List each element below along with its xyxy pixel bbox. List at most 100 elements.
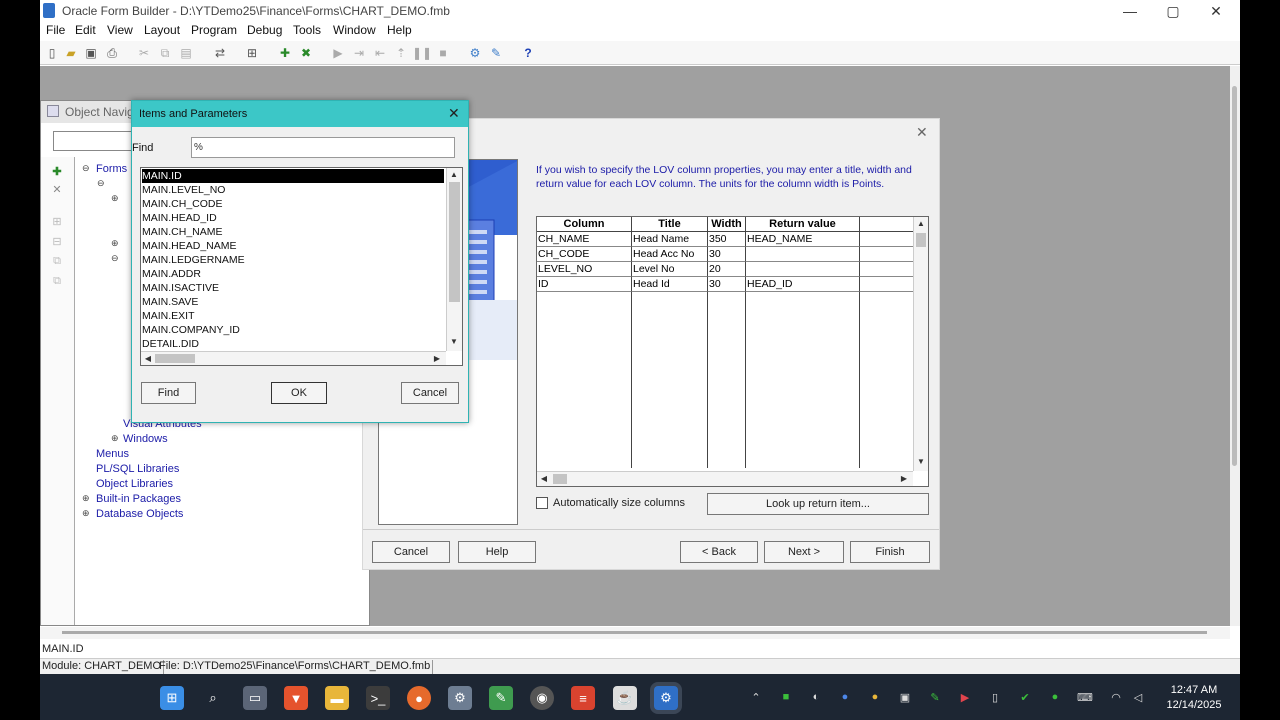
open-icon[interactable]: ▰ bbox=[63, 45, 79, 61]
maximize-button[interactable]: ▢ bbox=[1153, 1, 1193, 21]
debug-form-icon[interactable]: ✎ bbox=[488, 45, 504, 61]
copy-icon[interactable]: ⧉ bbox=[157, 45, 173, 61]
new-icon[interactable]: ▯ bbox=[44, 45, 60, 61]
table-cell-title[interactable]: Head Acc No bbox=[632, 247, 708, 262]
search-icon[interactable]: ⌕ bbox=[201, 686, 225, 710]
node-expander-icon[interactable]: ⊕ bbox=[111, 238, 119, 249]
create-icon[interactable]: ✚ bbox=[277, 45, 293, 61]
table-cell-return-value[interactable]: HEAD_ID bbox=[746, 277, 860, 292]
step-out-icon[interactable]: ⇡ bbox=[393, 45, 409, 61]
menu-window[interactable]: Window bbox=[333, 23, 376, 37]
microphone-icon[interactable]: ● bbox=[1047, 689, 1063, 705]
items-list[interactable]: MAIN.ID MAIN.LEVEL_NO MAIN.CH_CODE MAIN.… bbox=[140, 167, 463, 366]
print-icon[interactable]: ⎙ bbox=[104, 45, 120, 61]
clock-date[interactable]: 12/14/2025 bbox=[1160, 699, 1228, 711]
list-item[interactable]: MAIN.COMPANY_ID bbox=[142, 323, 444, 337]
form-builder-icon[interactable]: ⚙ bbox=[654, 686, 678, 710]
table-cell-column[interactable]: CH_NAME bbox=[537, 232, 632, 247]
scroll-thumb[interactable] bbox=[155, 354, 195, 363]
run-form-icon[interactable]: ⚙ bbox=[467, 45, 483, 61]
scroll-thumb[interactable] bbox=[1232, 86, 1237, 466]
show-hidden-icons-icon[interactable]: ⌃ bbox=[748, 689, 764, 705]
list-item[interactable]: MAIN.LEDGERNAME bbox=[142, 253, 444, 267]
list-item[interactable]: MAIN.LEVEL_NO bbox=[142, 183, 444, 197]
tray-app-icon[interactable]: ■ bbox=[778, 689, 794, 705]
menu-program[interactable]: Program bbox=[191, 23, 237, 37]
collapse-all-icon[interactable]: ⧉ bbox=[50, 275, 64, 289]
close-button[interactable]: ✕ bbox=[1196, 1, 1236, 21]
scroll-thumb[interactable] bbox=[553, 474, 567, 484]
todoist-icon[interactable]: ≡ bbox=[571, 686, 595, 710]
start-icon[interactable]: ⊞ bbox=[160, 686, 184, 710]
collapse-node-icon[interactable]: ⊟ bbox=[50, 235, 64, 249]
table-cell-title[interactable]: Head Name bbox=[632, 232, 708, 247]
tray-record-icon[interactable]: ▶ bbox=[957, 689, 973, 705]
menu-file[interactable]: File bbox=[46, 23, 65, 37]
menu-tools[interactable]: Tools bbox=[293, 23, 321, 37]
terminal-icon[interactable]: >_ bbox=[366, 686, 390, 710]
table-cell-width[interactable]: 30 bbox=[708, 247, 746, 262]
table-vertical-scrollbar[interactable]: ▲ ▼ bbox=[913, 217, 928, 471]
expand-node-icon[interactable]: ⊞ bbox=[50, 215, 64, 229]
wifi-icon[interactable]: ◠ bbox=[1108, 689, 1124, 705]
tray-app-icon[interactable]: ● bbox=[867, 689, 883, 705]
list-item[interactable]: MAIN.ADDR bbox=[142, 267, 444, 281]
wizard-next-button[interactable]: Next > bbox=[764, 541, 844, 563]
column-header-column[interactable]: Column bbox=[537, 217, 632, 232]
table-cell-return-value[interactable]: HEAD_NAME bbox=[746, 232, 860, 247]
scroll-down-icon[interactable]: ▼ bbox=[914, 455, 928, 469]
delete-icon[interactable]: ✖ bbox=[298, 45, 314, 61]
save-icon[interactable]: ▣ bbox=[83, 45, 99, 61]
navigator-find-field[interactable] bbox=[53, 131, 133, 151]
list-item[interactable]: MAIN.HEAD_NAME bbox=[142, 239, 444, 253]
tray-app-icon[interactable]: ▣ bbox=[897, 689, 913, 705]
column-header-title[interactable]: Title bbox=[632, 217, 708, 232]
list-item[interactable]: MAIN.SAVE bbox=[142, 295, 444, 309]
tree-menus[interactable]: Menus bbox=[96, 448, 129, 460]
form-expander-icon[interactable]: ⊖ bbox=[97, 178, 105, 189]
scroll-thumb[interactable] bbox=[916, 233, 926, 247]
auto-size-checkbox[interactable] bbox=[536, 497, 548, 509]
list-item[interactable]: MAIN.CH_NAME bbox=[142, 225, 444, 239]
list-item[interactable]: MAIN.ID bbox=[142, 169, 444, 183]
tree-builtin-packages[interactable]: Built-in Packages bbox=[96, 493, 181, 505]
find-button[interactable]: Find bbox=[141, 382, 196, 404]
list-item[interactable]: MAIN.CH_CODE bbox=[142, 197, 444, 211]
scroll-thumb[interactable] bbox=[62, 631, 1207, 634]
wizard-cancel-button[interactable]: Cancel bbox=[372, 541, 450, 563]
table-cell-column[interactable]: ID bbox=[537, 277, 632, 292]
look-up-return-item-button[interactable]: Look up return item... bbox=[707, 493, 929, 515]
connect-icon[interactable]: ⇄ bbox=[212, 45, 228, 61]
expand-all-icon[interactable]: ⧉ bbox=[50, 255, 64, 269]
table-cell-title[interactable]: Level No bbox=[632, 262, 708, 277]
column-header-width[interactable]: Width bbox=[708, 217, 746, 232]
cancel-button[interactable]: Cancel bbox=[401, 382, 459, 404]
volume-icon[interactable]: ◁ bbox=[1130, 689, 1146, 705]
settings-icon[interactable]: ⚙ bbox=[448, 686, 472, 710]
list-vertical-scrollbar[interactable]: ▲ ▼ bbox=[446, 168, 462, 351]
menu-debug[interactable]: Debug bbox=[247, 23, 282, 37]
menu-layout[interactable]: Layout bbox=[144, 23, 180, 37]
delete-node-icon[interactable]: ✕ bbox=[50, 183, 64, 197]
tree-forms[interactable]: Forms bbox=[96, 163, 127, 175]
chrome-icon[interactable]: ◉ bbox=[530, 686, 554, 710]
node-expander-icon[interactable]: ⊕ bbox=[111, 193, 119, 204]
scroll-right-icon[interactable]: ▶ bbox=[897, 472, 911, 486]
table-cell-column[interactable]: CH_CODE bbox=[537, 247, 632, 262]
paste-icon[interactable]: ▤ bbox=[178, 45, 194, 61]
task-view-icon[interactable]: ▭ bbox=[243, 686, 267, 710]
scroll-left-icon[interactable]: ◀ bbox=[141, 352, 155, 365]
scroll-up-icon[interactable]: ▲ bbox=[914, 217, 928, 231]
tree-plsql-libraries[interactable]: PL/SQL Libraries bbox=[96, 463, 179, 475]
workspace-vertical-scrollbar[interactable] bbox=[1230, 66, 1240, 626]
menu-help[interactable]: Help bbox=[387, 23, 412, 37]
brave-icon[interactable]: ▼ bbox=[284, 686, 308, 710]
workspace-horizontal-scrollbar[interactable] bbox=[40, 627, 1230, 639]
find-input[interactable]: % bbox=[191, 137, 455, 158]
node-expander-icon[interactable]: ⊖ bbox=[111, 253, 119, 264]
scroll-right-icon[interactable]: ▶ bbox=[430, 352, 444, 365]
builtin-packages-expander-icon[interactable]: ⊕ bbox=[82, 493, 90, 504]
list-item[interactable]: MAIN.HEAD_ID bbox=[142, 211, 444, 225]
menu-view[interactable]: View bbox=[107, 23, 133, 37]
table-cell-width[interactable]: 350 bbox=[708, 232, 746, 247]
